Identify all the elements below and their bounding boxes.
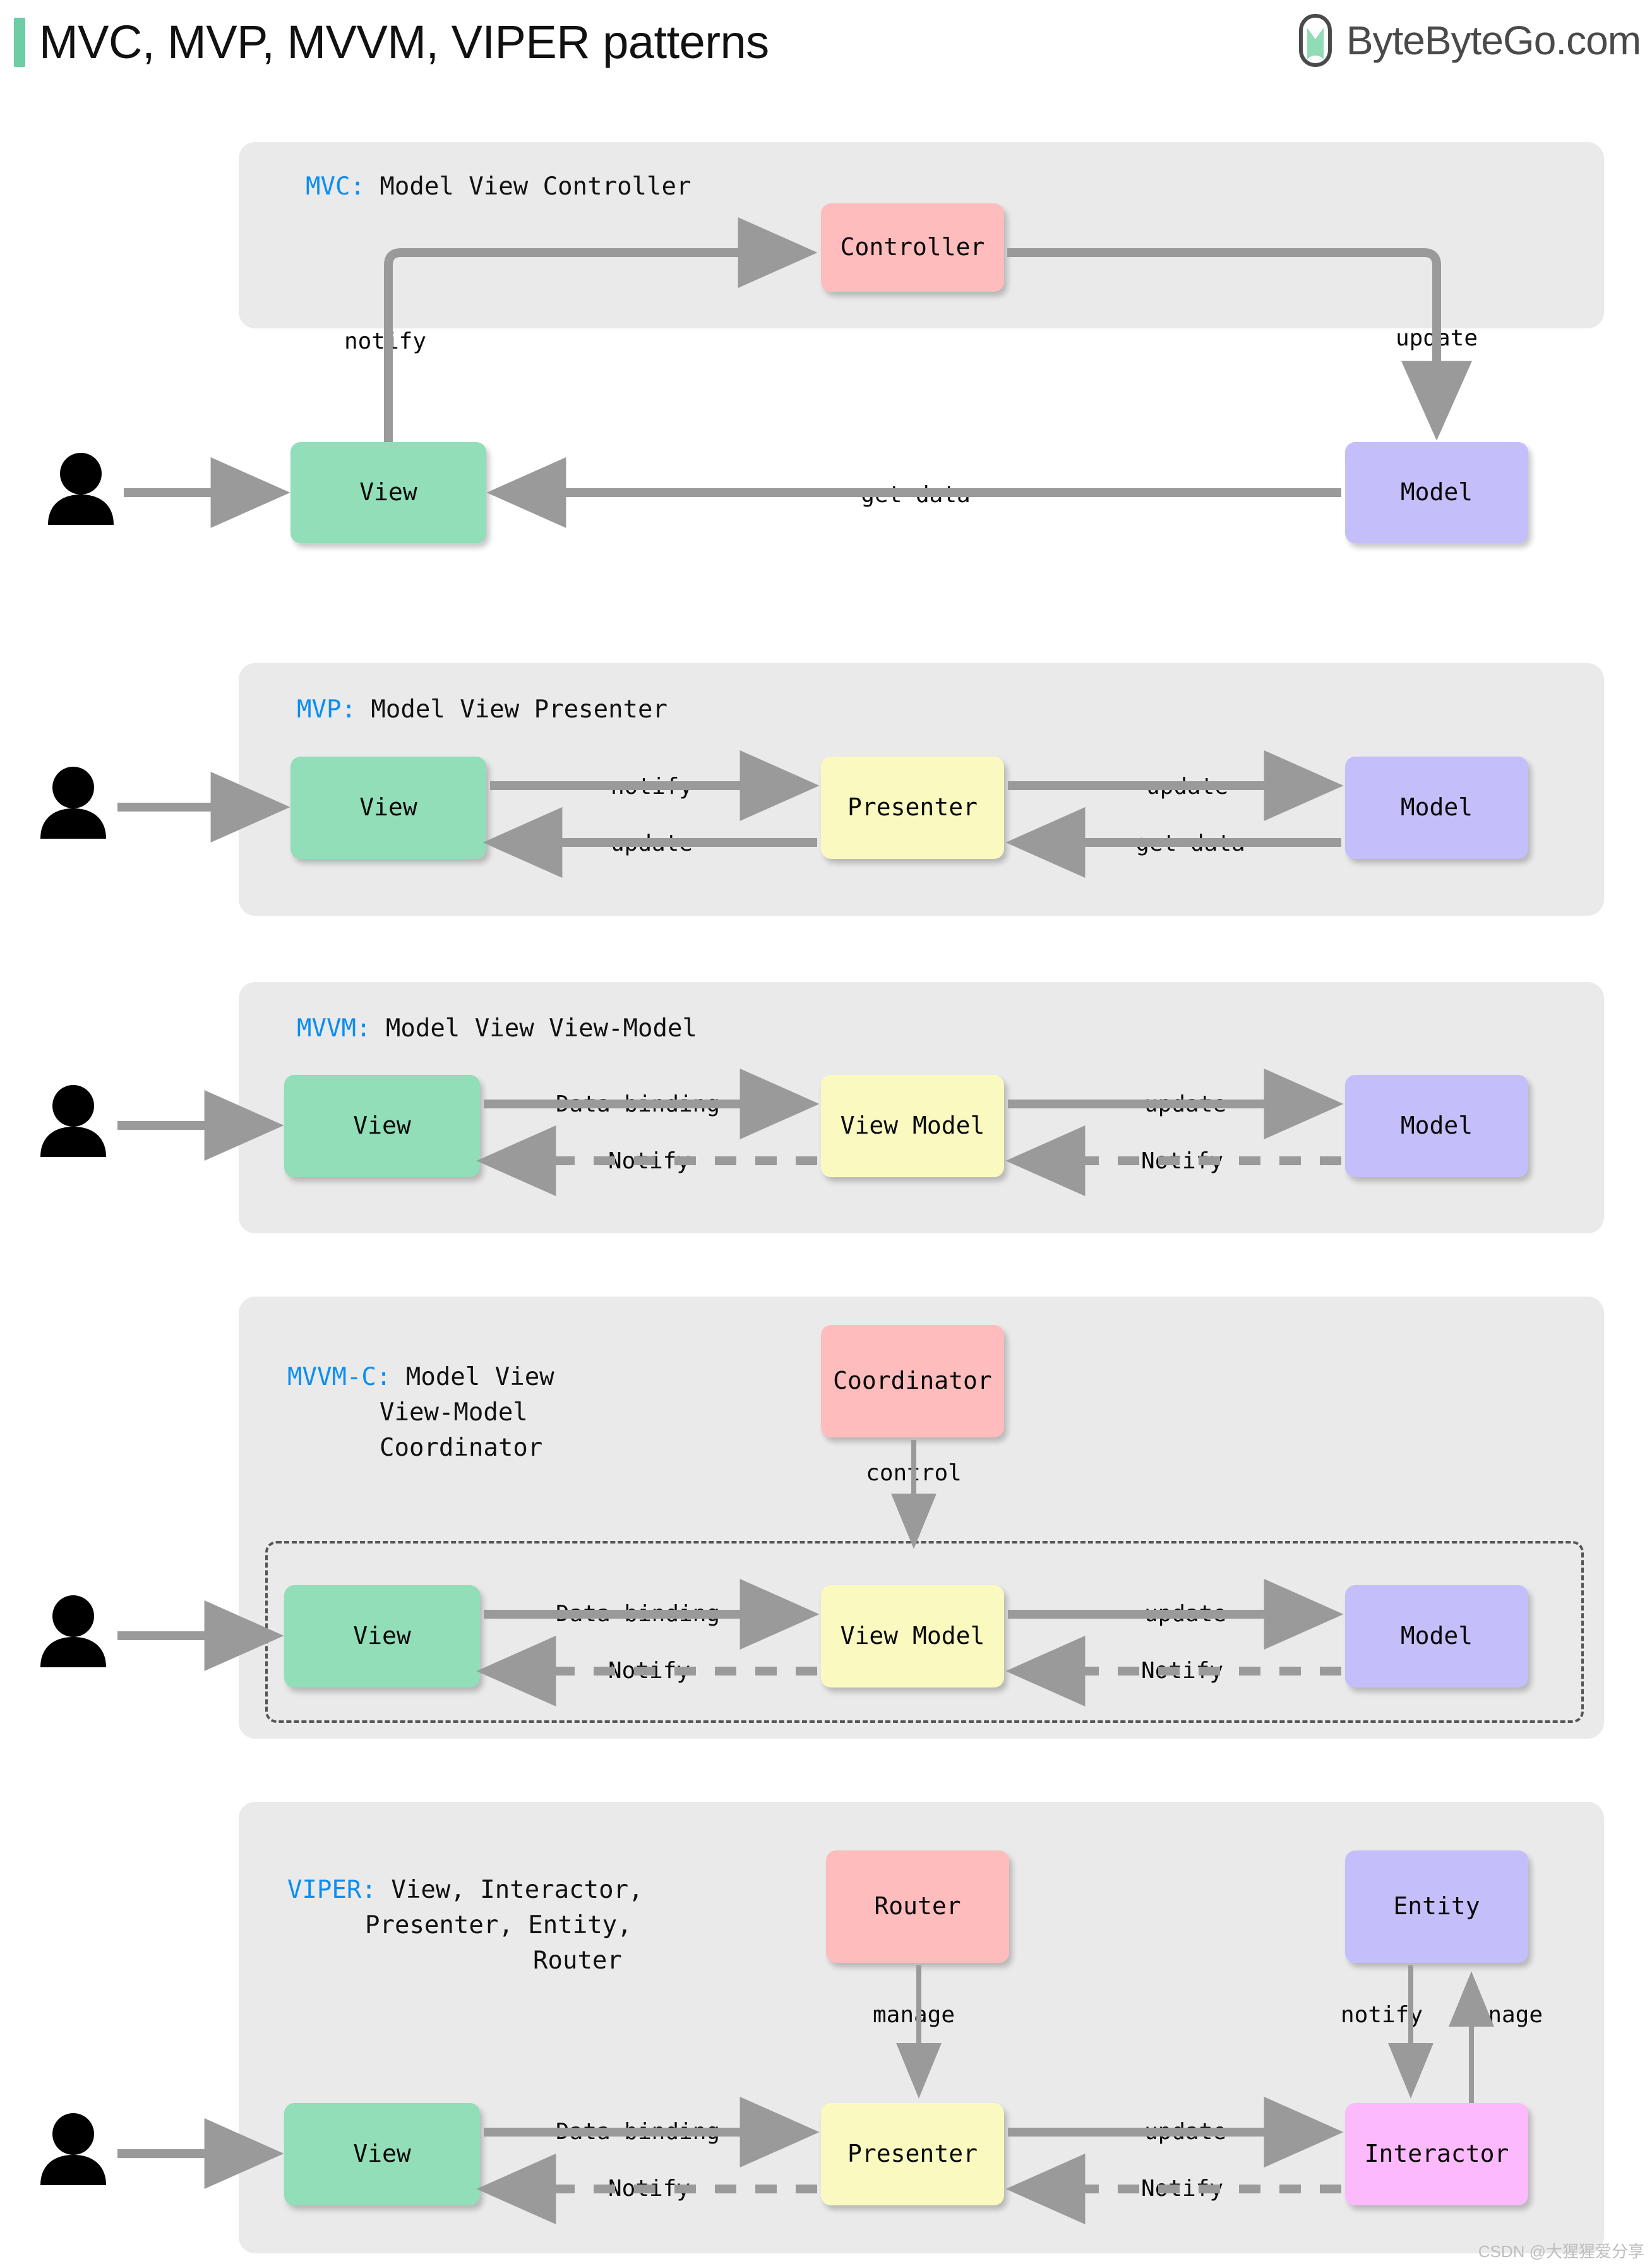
node-label: Model: [1400, 793, 1473, 822]
caption-mvvm: MVVM: Model View View-Model: [297, 1012, 697, 1045]
caption-mvp-key: MVP:: [297, 695, 356, 724]
edge-label-mvc-update: update: [1395, 325, 1478, 351]
caption-mvp-rest: Model View Presenter: [356, 695, 668, 724]
edge-label-mvvm-databinding: Data binding: [555, 1091, 721, 1117]
node-mvp-presenter[interactable]: Presenter: [821, 757, 1004, 859]
caption-viper-l1: View, Interactor,: [376, 1876, 643, 1904]
edge-label-mvp-update-left: update: [610, 830, 693, 856]
caption-mvvm-c-l2: View-Model: [380, 1398, 528, 1427]
title-accent-bar: [14, 18, 25, 67]
caption-viper-l3: Router: [533, 1946, 622, 1975]
node-label: View: [353, 1622, 411, 1650]
node-mvvm-model[interactable]: Model: [1345, 1075, 1528, 1177]
edge-label-mvvm-c-notify-right: Notify: [1140, 1658, 1224, 1684]
edge-label-mvc-getdata: get data: [861, 482, 971, 508]
node-viper-interactor[interactable]: Interactor: [1345, 2103, 1528, 2205]
edge-label-viper-notify-left: Notify: [608, 2176, 691, 2202]
edge-label-viper-update: update: [1144, 2119, 1227, 2145]
edge-label-mvvm-update: update: [1144, 1091, 1227, 1117]
edge-label-mvvm-notify-right: Notify: [1140, 1148, 1224, 1174]
user-icon: [40, 2113, 106, 2185]
edge-label-mvp-update-right: update: [1146, 774, 1229, 800]
node-label: Model: [1400, 1622, 1473, 1650]
caption-mvvm-key: MVVM:: [297, 1014, 371, 1043]
caption-mvc-rest: Model View Controller: [364, 172, 691, 201]
edge-label-mvp-notify: notify: [610, 774, 693, 800]
node-label: Entity: [1393, 1892, 1480, 1921]
edge-label-mvvm-c-update: update: [1144, 1601, 1227, 1627]
node-label: View Model: [840, 1112, 985, 1140]
node-label: Model: [1400, 478, 1473, 507]
page-title: MVC, MVP, MVVM, VIPER patterns: [39, 16, 769, 68]
edge-label-viper-databinding: Data binding: [555, 2119, 721, 2145]
caption-mvvm-c-key: MVVM-C:: [287, 1363, 392, 1391]
node-label: View: [353, 1112, 411, 1140]
node-mvc-model[interactable]: Model: [1345, 442, 1528, 543]
caption-viper: VIPER: View, Interactor,: [287, 1874, 643, 1906]
caption-viper-l2: Presenter, Entity,: [365, 1911, 632, 1939]
caption-mvc-key: MVC:: [306, 172, 365, 201]
bytebytego-logo-icon: [1298, 14, 1332, 67]
brand-logo: ByteByteGo.com: [1296, 14, 1641, 67]
node-mvc-view[interactable]: View: [290, 442, 486, 543]
node-mvvm-c-viewmodel[interactable]: View Model: [821, 1585, 1004, 1688]
node-label: Presenter: [847, 2140, 978, 2168]
node-viper-entity[interactable]: Entity: [1345, 1850, 1528, 1963]
node-mvvm-c-view[interactable]: View: [284, 1585, 480, 1688]
caption-mvc: MVC: Model View Controller: [306, 171, 691, 203]
edge-label-viper-manage-router: manage: [872, 2002, 955, 2028]
node-mvvm-c-model[interactable]: Model: [1345, 1585, 1528, 1688]
edge-label-mvvm-c-databinding: Data binding: [555, 1601, 721, 1627]
node-label: View Model: [840, 1622, 985, 1650]
watermark: CSDN @大猩猩爱分享: [1478, 2242, 1644, 2261]
node-label: Interactor: [1364, 2140, 1509, 2168]
edge-label-viper-notify-entity: notify: [1340, 2002, 1423, 2028]
caption-viper-key: VIPER:: [287, 1876, 376, 1904]
page-header: MVC, MVP, MVVM, VIPER patterns ByteByteG…: [0, 0, 1652, 82]
edge-label-mvc-notify: notify: [344, 328, 427, 354]
node-label: Controller: [840, 233, 985, 261]
edge-label-viper-notify-right: Notify: [1140, 2176, 1224, 2202]
node-label: View: [359, 478, 417, 507]
edge-label-mvp-getdata: get data: [1135, 830, 1245, 856]
edge-label-mvvm-notify-left: Notify: [608, 1148, 691, 1174]
user-icon: [40, 767, 106, 839]
caption-mvvm-c: MVVM-C: Model View: [287, 1361, 554, 1393]
node-mvp-view[interactable]: View: [290, 757, 486, 859]
diagram-canvas: MVC, MVP, MVVM, VIPER patterns ByteByteG…: [0, 0, 1652, 2266]
node-mvc-controller[interactable]: Controller: [821, 203, 1004, 292]
node-label: Coordinator: [833, 1367, 992, 1395]
user-icon: [40, 1085, 106, 1157]
edge-label-mvvm-c-notify-left: Notify: [608, 1658, 691, 1684]
caption-mvp: MVP: Model View Presenter: [297, 693, 667, 726]
edge-label-mvvm-c-control: control: [866, 1460, 962, 1486]
node-viper-view[interactable]: View: [284, 2103, 480, 2205]
caption-mvvm-c-l3: Coordinator: [380, 1434, 543, 1462]
edge-label-viper-manage-entity: manage: [1460, 2002, 1543, 2028]
user-icon: [40, 1595, 106, 1667]
node-label: Router: [874, 1892, 961, 1921]
node-mvvm-c-coordinator[interactable]: Coordinator: [821, 1325, 1004, 1437]
node-label: Presenter: [847, 793, 978, 822]
caption-mvvm-c-l1: Model View: [391, 1363, 554, 1391]
node-viper-presenter[interactable]: Presenter: [821, 2103, 1004, 2205]
user-icon: [48, 453, 114, 525]
brand-name: ByteByteGo.com: [1346, 18, 1641, 63]
node-mvp-model[interactable]: Model: [1345, 757, 1528, 859]
node-mvvm-viewmodel[interactable]: View Model: [821, 1075, 1004, 1177]
caption-mvvm-rest: Model View View-Model: [371, 1014, 697, 1043]
node-mvvm-view[interactable]: View: [284, 1075, 480, 1177]
node-label: View: [353, 2140, 411, 2168]
node-viper-router[interactable]: Router: [826, 1850, 1009, 1963]
node-label: Model: [1400, 1112, 1473, 1140]
node-label: View: [359, 793, 417, 822]
